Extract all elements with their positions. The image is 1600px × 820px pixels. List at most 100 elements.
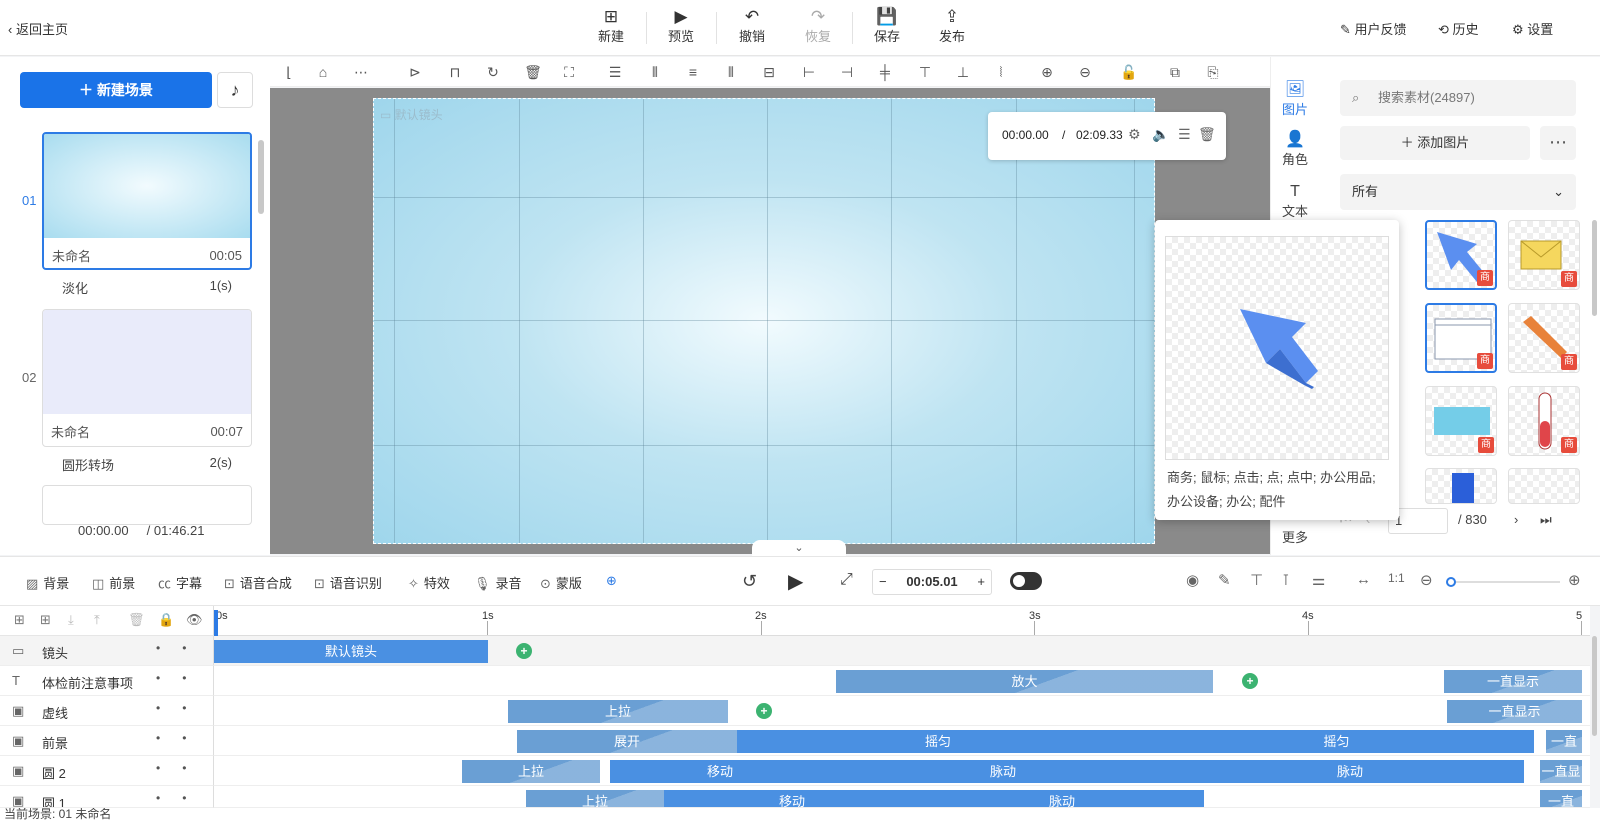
tts-button[interactable]: ⊡ 语音合成: [224, 573, 292, 592]
lock-icon[interactable]: 🔒: [158, 612, 174, 628]
track-toggles[interactable]: ••: [156, 761, 208, 775]
next-page-icon[interactable]: ›: [1514, 512, 1518, 527]
time-stepper[interactable]: − 00:05.01 +: [872, 569, 992, 595]
timeline-segment[interactable]: 一直显示: [1447, 700, 1582, 723]
time-plus-button[interactable]: +: [977, 570, 985, 594]
play-icon[interactable]: ▶: [788, 569, 803, 594]
zoom-slider[interactable]: [1446, 577, 1560, 587]
timeline-segment[interactable]: 上拉: [526, 790, 664, 807]
mask-button[interactable]: ⊙ 蒙版: [540, 573, 582, 592]
zoom-slider-handle[interactable]: [1446, 577, 1456, 587]
timeline-segment[interactable]: 移动: [610, 760, 830, 783]
more-button[interactable]: ⋯: [1540, 126, 1576, 160]
list-icon[interactable]: ☰: [1178, 126, 1191, 143]
preview-button[interactable]: ▶ 预览: [651, 8, 711, 45]
scene-scrollbar[interactable]: [258, 140, 264, 214]
trash-icon[interactable]: 🗑: [524, 63, 542, 81]
more-options-icon[interactable]: ⋯: [352, 63, 370, 81]
filter-icon[interactable]: ⊺: [1282, 571, 1290, 589]
track-dashed[interactable]: ▣ 虚线 ••: [0, 696, 214, 726]
save-button[interactable]: 💾 保存: [857, 8, 917, 45]
tab-characters[interactable]: 👤 角色: [1271, 131, 1319, 168]
timeline-segment[interactable]: 一直: [1546, 730, 1582, 753]
crop-icon[interactable]: ⛶: [560, 63, 578, 81]
more-tools-button[interactable]: ⊕: [606, 573, 617, 589]
align-left-icon[interactable]: ⊢: [800, 63, 818, 81]
distribute-h-icon[interactable]: ⊟: [760, 63, 778, 81]
keyframe-add-icon[interactable]: +: [1242, 673, 1258, 689]
trash-icon[interactable]: 🗑: [128, 612, 145, 628]
distribute-v-icon[interactable]: ⦚: [992, 63, 1010, 81]
timeline-segment[interactable]: 上拉: [462, 760, 600, 783]
sliders-icon[interactable]: ⚌: [1312, 571, 1325, 589]
align-top-icon[interactable]: ☰: [606, 63, 624, 81]
align-right-icon[interactable]: ⊣: [838, 63, 856, 81]
add-image-button[interactable]: ＋ 添加图片: [1340, 126, 1530, 160]
ratio-icon[interactable]: 1:1: [1388, 571, 1405, 585]
edit-icon[interactable]: ✎: [1218, 571, 1231, 589]
distribute-icon[interactable]: ⫴: [722, 63, 740, 81]
timeline-segment[interactable]: 上拉: [508, 700, 728, 723]
time-value[interactable]: 00:05.01: [906, 574, 957, 589]
track-circle-2[interactable]: ▣ 圆 2 ••: [0, 756, 214, 786]
playhead[interactable]: [214, 610, 218, 636]
trash-icon[interactable]: 🗑: [1198, 126, 1216, 143]
eye-icon[interactable]: 👁: [186, 612, 203, 628]
music-button[interactable]: ♪: [217, 72, 253, 108]
gear-icon[interactable]: ⚙: [1128, 126, 1141, 143]
timeline-segment[interactable]: 移动: [664, 790, 920, 807]
timeline-segment[interactable]: 一直显: [1540, 760, 1582, 783]
copy-icon[interactable]: ⧉: [1166, 63, 1184, 81]
home-icon[interactable]: ⌂: [314, 63, 332, 81]
scene-card-1[interactable]: 未命名 00:05: [42, 132, 252, 270]
track-circle-1[interactable]: ▣ 圆 1 ••: [0, 786, 214, 808]
tab-text[interactable]: T 文本: [1271, 183, 1319, 220]
lock-icon[interactable]: 🔓: [1120, 63, 1138, 81]
timeline-segment[interactable]: 脉动: [920, 790, 1204, 807]
camera-icon[interactable]: ◉: [1186, 571, 1199, 589]
timeline-ruler[interactable]: 0s 1s 2s 3s 4s 5: [214, 606, 1590, 636]
asset-filter-select[interactable]: 所有 ⌄: [1340, 174, 1576, 210]
asset-envelope[interactable]: 商: [1508, 220, 1580, 290]
zoom-out-icon[interactable]: ⊖: [1420, 571, 1433, 589]
timeline-segment[interactable]: 摇匀: [1139, 730, 1534, 753]
align-top2-icon[interactable]: ⊤: [916, 63, 934, 81]
fit-width-icon[interactable]: ↔: [1356, 571, 1371, 588]
tab-images[interactable]: 🖼 图片: [1271, 81, 1319, 118]
fullscreen-icon[interactable]: ⤢: [840, 571, 853, 589]
timeline-segment[interactable]: 脉动: [830, 760, 1176, 783]
keyframe-add-icon[interactable]: +: [516, 643, 532, 659]
asset-blue-rect[interactable]: 商: [1425, 386, 1497, 456]
timeline-segment[interactable]: 放大: [836, 670, 1213, 693]
rotate-icon[interactable]: ↻: [484, 63, 502, 81]
asset-pencil[interactable]: 商: [1508, 303, 1580, 373]
zoom-in-icon[interactable]: ⊕: [1038, 63, 1056, 81]
paste-icon[interactable]: ⎘: [1204, 63, 1222, 81]
asset-arrow[interactable]: 商: [1425, 220, 1497, 290]
track-toggles[interactable]: ••: [156, 791, 208, 805]
keyframe-add-icon[interactable]: +: [756, 703, 772, 719]
feedback-link[interactable]: ✎ 用户反馈: [1340, 19, 1407, 38]
time-minus-button[interactable]: −: [879, 570, 887, 594]
background-button[interactable]: ▨ 背景: [26, 573, 69, 592]
axis-icon[interactable]: ⌊: [280, 63, 298, 81]
timeline-segment[interactable]: 一直显示: [1444, 670, 1582, 693]
asset-notepad[interactable]: 商: [1425, 303, 1497, 373]
timeline-scrollbar[interactable]: [1592, 636, 1597, 736]
scene-card-3[interactable]: [42, 485, 252, 525]
scene-card-2[interactable]: 未命名 00:07: [42, 309, 252, 447]
record-button[interactable]: 🎙 录音: [474, 573, 522, 592]
loop-toggle[interactable]: [1010, 572, 1042, 590]
track-text[interactable]: T 体检前注意事项 ••: [0, 666, 214, 696]
subtitle-button[interactable]: ㏄字幕: [158, 573, 202, 592]
replay-icon[interactable]: ↺: [742, 571, 757, 592]
track-foreground[interactable]: ▣ 前景 ••: [0, 726, 214, 756]
asset-blue-block[interactable]: [1425, 468, 1497, 504]
collapse-toggle[interactable]: ⌄: [752, 540, 846, 556]
track-toggles[interactable]: ••: [156, 731, 208, 745]
scene-transition-2[interactable]: 圆形转场 2(s): [62, 455, 232, 474]
align-center-icon[interactable]: ╪: [876, 63, 894, 81]
effects-button[interactable]: ✧ 特效: [408, 573, 450, 592]
lock-open-icon[interactable]: ⊓: [446, 63, 464, 81]
new-scene-button[interactable]: ＋ 新建场景: [20, 72, 212, 108]
